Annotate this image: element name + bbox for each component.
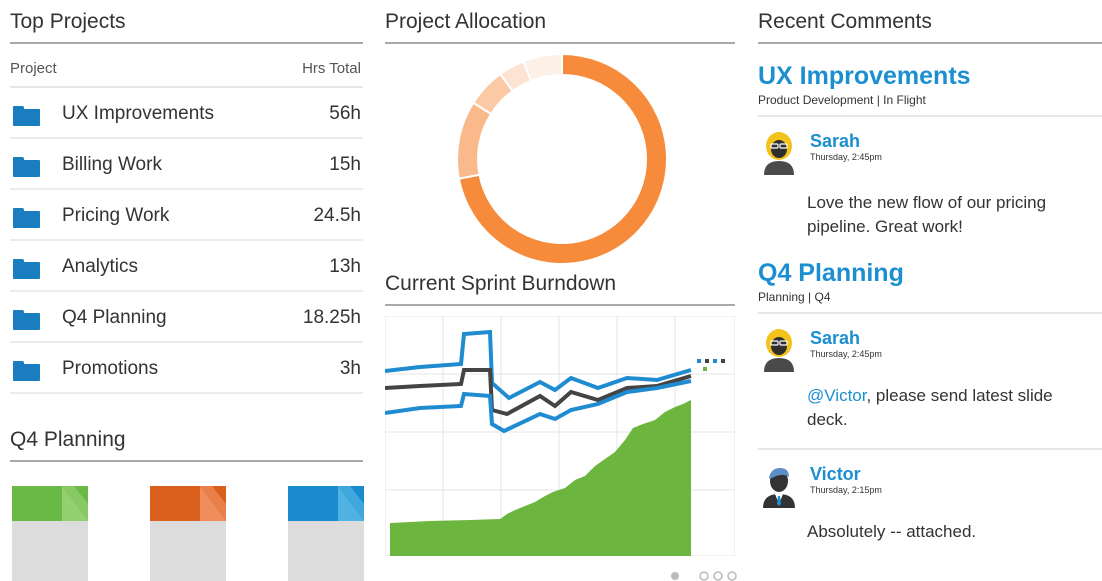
comment-text: Love the new flow of our pricing pipelin… <box>807 193 1047 236</box>
folder-icon <box>13 310 40 330</box>
table-row[interactable]: UX Improvements 56h <box>10 88 363 139</box>
allocation-donut-chart <box>385 44 735 264</box>
comment-author[interactable]: Sarah <box>810 328 860 349</box>
pager-dot[interactable] <box>727 571 737 581</box>
comment-author[interactable]: Victor <box>810 464 861 485</box>
table-row[interactable]: Promotions 3h <box>10 343 363 394</box>
folder-icon <box>13 106 40 126</box>
man-avatar-icon <box>763 468 795 508</box>
page-fold <box>200 486 226 521</box>
comment-project-link[interactable]: Q4 Planning <box>758 259 1102 287</box>
comment-group-header: UX Improvements Product Development | In… <box>758 62 1102 117</box>
legend-marker <box>721 359 725 363</box>
woman-avatar-icon <box>764 132 794 175</box>
table-row[interactable]: Pricing Work 24.5h <box>10 190 363 241</box>
projects-table-header: Project Hrs Total <box>10 44 363 88</box>
table-row[interactable]: Billing Work 15h <box>10 139 363 190</box>
project-name: Pricing Work <box>62 205 170 226</box>
q4-documents <box>10 462 364 581</box>
column-hours[interactable]: Hrs Total <box>302 60 361 77</box>
project-hours: 3h <box>339 358 361 379</box>
comment-project-meta: Product Development | In Flight <box>758 93 1102 117</box>
q4-planning-title: Q4 Planning <box>10 418 363 462</box>
folder-icon <box>13 361 40 381</box>
page-fold <box>338 486 364 521</box>
comment-text: Absolutely -- attached. <box>807 522 977 541</box>
pager-dot[interactable] <box>699 571 709 581</box>
burndown-title: Current Sprint Burndown <box>385 262 735 306</box>
comment-item: Victor Thursday, 2:15pm Absolutely -- at… <box>758 450 1102 560</box>
allocation-panel: Project Allocation Current Sprint Burndo… <box>385 0 735 556</box>
document-icon[interactable] <box>12 486 88 581</box>
column-project[interactable]: Project <box>10 60 57 77</box>
project-name: Billing Work <box>62 154 162 175</box>
project-hours: 15h <box>329 154 361 175</box>
project-hours: 18.25h <box>302 307 361 328</box>
legend-marker <box>703 367 707 371</box>
comment-text: @Victor, please send latest slide deck. <box>807 384 1097 432</box>
comment-time: Thursday, 2:45pm <box>810 349 882 359</box>
donut-slice-1[interactable] <box>457 101 493 180</box>
recent-comments-title: Recent Comments <box>758 0 1102 44</box>
project-hours: 24.5h <box>313 205 361 226</box>
project-name: Analytics <box>62 256 139 277</box>
project-hours: 13h <box>329 256 361 277</box>
recent-comments-panel: Recent Comments UX Improvements Product … <box>758 0 1102 560</box>
comment-group-header: Q4 Planning Planning | Q4 <box>758 259 1102 314</box>
page-fold <box>62 486 88 521</box>
comment-item: Sarah Thursday, 2:45pm Love the new flow… <box>758 117 1102 259</box>
burndown-svg <box>385 316 735 556</box>
pager-dots[interactable] <box>669 570 741 581</box>
project-name: Q4 Planning <box>62 307 167 328</box>
project-name: Promotions <box>62 358 159 379</box>
table-row[interactable]: Analytics 13h <box>10 241 363 292</box>
comment-project-meta: Planning | Q4 <box>758 290 1102 314</box>
folder-icon <box>13 208 40 228</box>
pager-dot[interactable] <box>713 571 723 581</box>
folder-icon <box>13 157 40 177</box>
woman-avatar-icon <box>764 329 794 372</box>
comment-author[interactable]: Sarah <box>810 131 860 152</box>
allocation-title: Project Allocation <box>385 0 735 44</box>
folder-icon <box>13 259 40 279</box>
mention-link[interactable]: @Victor <box>807 386 866 405</box>
project-hours: 56h <box>329 103 361 124</box>
donut-slice-4[interactable] <box>522 54 563 83</box>
legend-marker <box>705 359 709 363</box>
comment-time: Thursday, 2:15pm <box>810 485 882 495</box>
pager-dot[interactable] <box>671 572 679 580</box>
legend-marker <box>697 359 701 363</box>
comment-project-link[interactable]: UX Improvements <box>758 62 1102 90</box>
document-icon[interactable] <box>150 486 226 581</box>
donut-svg <box>457 54 667 264</box>
document-icon[interactable] <box>288 486 364 581</box>
top-projects-title: Top Projects <box>10 0 363 44</box>
legend-marker <box>713 359 717 363</box>
comment-time: Thursday, 2:45pm <box>810 152 882 162</box>
top-projects-panel: Top Projects Project Hrs Total UX Improv… <box>10 0 364 581</box>
project-name: UX Improvements <box>62 103 215 124</box>
burndown-chart <box>385 306 735 556</box>
table-row[interactable]: Q4 Planning 18.25h <box>10 292 363 343</box>
comment-item: Sarah Thursday, 2:45pm @Victor, please s… <box>758 314 1102 450</box>
